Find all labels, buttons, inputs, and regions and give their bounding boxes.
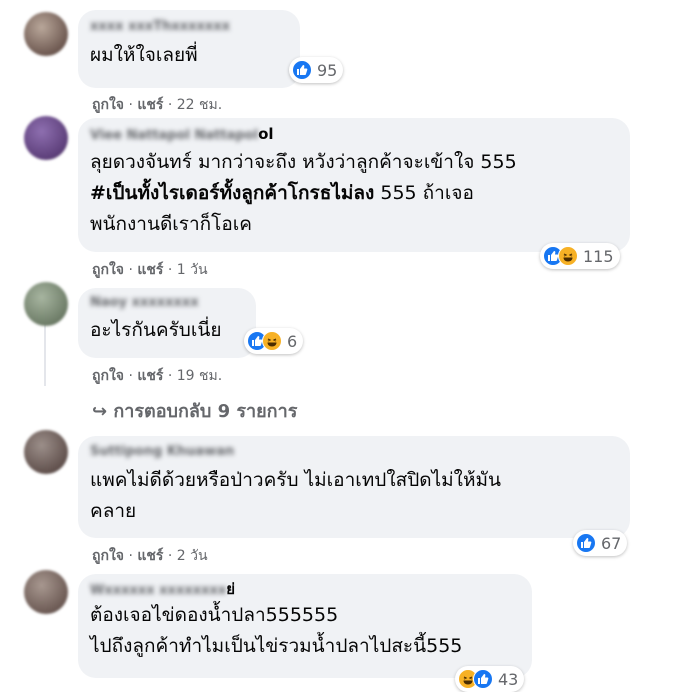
share-link[interactable]: แชร์ — [137, 548, 163, 564]
comment-text: ลุยดวงจันทร์ มากว่าจะถึง หวังว่าลูกค้าจะ… — [90, 147, 618, 240]
comment-bubble: Suttipong Khuawan แพคไม่ดีด้วยหรือป่าวคร… — [78, 436, 630, 538]
comment-author[interactable]: Naoy xxxxxxxx — [90, 294, 244, 312]
comment-actions: ถูกใจ · แชร์ · 19 ชม. — [92, 365, 222, 387]
like-icon — [473, 669, 493, 689]
like-link[interactable]: ถูกใจ — [92, 97, 124, 113]
comment-author[interactable]: Wxxxxxx xxxxxxxx — [90, 582, 226, 600]
share-link[interactable]: แชร์ — [137, 368, 163, 384]
reaction-summary[interactable]: 115 — [540, 243, 620, 269]
comment-actions: ถูกใจ · แชร์ · 22 ชม. — [92, 94, 222, 116]
reaction-count: 6 — [287, 331, 298, 351]
reaction-count: 67 — [601, 533, 622, 553]
separator: · — [167, 97, 173, 113]
separator: · — [128, 548, 133, 564]
comment-text: ผมให้ใจเลยพี่ — [90, 44, 198, 66]
separator: · — [128, 262, 133, 278]
view-replies-link[interactable]: ↪ การตอบกลับ 9 รายการ — [92, 396, 297, 425]
reaction-count: 95 — [317, 60, 338, 80]
reaction-summary[interactable]: 67 — [573, 530, 628, 556]
comment-text: อะไรกันครับเนี่ย — [90, 319, 222, 341]
comment-text-part: ลุยดวงจันทร์ มากว่าจะถึง หวังว่าลูกค้าจะ… — [90, 151, 517, 173]
comment-bubble: Wxxxxxx xxxxxxxxย่ ต้องเจอไข่ดองน้ำปลา55… — [78, 574, 532, 678]
comment-actions: ถูกใจ · แชร์ · 2 วัน — [92, 545, 208, 567]
author-name-tail: ol — [258, 125, 274, 143]
timestamp[interactable]: 22 ชม. — [177, 97, 222, 113]
like-icon — [576, 533, 596, 553]
share-link[interactable]: แชร์ — [137, 262, 163, 278]
reaction-summary[interactable]: 43 — [455, 666, 525, 692]
like-link[interactable]: ถูกใจ — [92, 548, 124, 564]
avatar[interactable] — [24, 570, 68, 614]
hashtag-link[interactable]: #เป็นทั้งไรเดอร์ทั้งลูกค้าโกรธไม่ลง — [90, 182, 374, 204]
separator: · — [167, 262, 173, 278]
comment-bubble: Viee Nattapol Nattapolol ลุยดวงจันทร์ มา… — [78, 118, 630, 252]
share-link[interactable]: แชร์ — [137, 97, 163, 113]
comment-bubble: xxxx xxxThxxxxxxx ผมให้ใจเลยพี่ — [78, 10, 300, 88]
author-name-tail: ย่ — [226, 580, 236, 598]
separator: · — [128, 97, 133, 113]
comment-author[interactable]: Suttipong Khuawan — [90, 443, 618, 461]
avatar[interactable] — [24, 116, 68, 160]
comment-bubble: Naoy xxxxxxxx อะไรกันครับเนี่ย — [78, 288, 256, 358]
timestamp[interactable]: 19 ชม. — [177, 368, 222, 384]
avatar[interactable] — [24, 12, 68, 56]
separator: · — [167, 548, 173, 564]
reaction-count: 43 — [498, 669, 519, 689]
haha-icon — [558, 246, 578, 266]
comment-actions: ถูกใจ · แชร์ · 1 วัน — [92, 259, 208, 281]
comment-author[interactable]: xxxx xxxThxxxxxxx — [90, 18, 288, 36]
timestamp[interactable]: 1 วัน — [177, 262, 208, 278]
separator: · — [167, 368, 173, 384]
comment-text: แพคไม่ดีด้วยหรือป่าวครับ ไม่เอาเทปใสปิดไ… — [90, 469, 501, 522]
reaction-summary[interactable]: 6 — [244, 328, 304, 354]
reaction-count: 115 — [583, 246, 614, 266]
haha-icon — [262, 331, 282, 351]
reaction-summary[interactable]: 95 — [289, 57, 344, 83]
comment-author[interactable]: Viee Nattapol Nattapol — [90, 127, 258, 145]
avatar[interactable] — [24, 430, 68, 474]
avatar[interactable] — [24, 282, 68, 326]
like-link[interactable]: ถูกใจ — [92, 368, 124, 384]
like-icon — [292, 60, 312, 80]
like-link[interactable]: ถูกใจ — [92, 262, 124, 278]
comment-text: ต้องเจอไข่ดองน้ำปลา555555 ไปถึงลูกค้าทำไ… — [90, 604, 463, 657]
timestamp[interactable]: 2 วัน — [177, 548, 208, 564]
separator: · — [128, 368, 133, 384]
